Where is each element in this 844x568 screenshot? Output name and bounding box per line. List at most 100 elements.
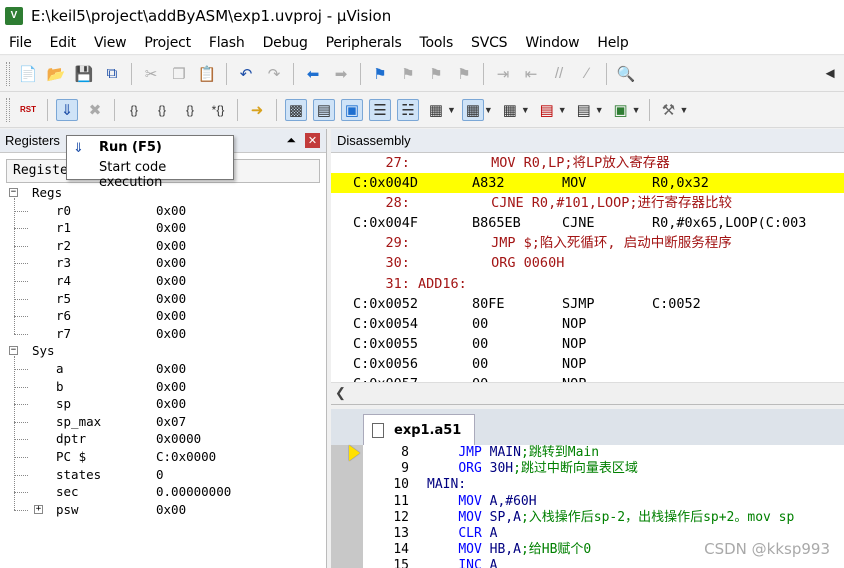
register-row[interactable]: PC $ C:0x0000: [6, 448, 320, 466]
register-value[interactable]: 0x00: [156, 378, 186, 396]
register-value[interactable]: C:0x0000: [156, 448, 216, 466]
register-row[interactable]: a 0x00: [6, 360, 320, 378]
register-value[interactable]: 0x0000: [156, 430, 201, 448]
uncomment-icon[interactable]: ∕: [576, 63, 598, 85]
menu-debug[interactable]: Debug: [254, 35, 317, 51]
command-window-icon[interactable]: ▩: [285, 98, 307, 121]
register-value[interactable]: 0x07: [156, 413, 186, 431]
save-all-icon[interactable]: ⧉: [101, 63, 123, 85]
register-row[interactable]: r3 0x00: [6, 254, 320, 272]
serial-dropdown-arrow-icon[interactable]: ▼: [521, 105, 530, 115]
new-file-icon[interactable]: 📄: [17, 63, 39, 85]
comment-icon[interactable]: //: [548, 63, 570, 85]
toolbar-grip[interactable]: [6, 61, 10, 86]
watch-window-icon[interactable]: ▦: [425, 99, 447, 121]
register-row[interactable]: states 0: [6, 466, 320, 484]
unindent-icon[interactable]: ⇤: [520, 63, 542, 85]
register-value[interactable]: 0x00: [156, 219, 186, 237]
disassembly-window-icon[interactable]: ▤: [313, 98, 335, 121]
menu-file[interactable]: File: [0, 35, 41, 51]
menu-edit[interactable]: Edit: [41, 35, 85, 51]
collapse-toggle-icon[interactable]: −: [9, 346, 18, 356]
menu-flash[interactable]: Flash: [200, 35, 254, 51]
pin-icon[interactable]: ⏶: [286, 133, 296, 148]
register-value[interactable]: 0x00: [156, 325, 186, 343]
watch-dropdown-arrow-icon[interactable]: ▼: [447, 105, 456, 115]
paste-icon[interactable]: 📋: [196, 63, 218, 85]
register-value[interactable]: 0x00: [156, 307, 186, 325]
symbols-window-icon[interactable]: ▣: [341, 98, 363, 121]
clear-bookmarks-icon[interactable]: ⚑: [453, 63, 475, 85]
register-row[interactable]: sp 0x00: [6, 395, 320, 413]
source-line[interactable]: 29: JMP $;陷入死循环, 启动中断服务程序: [331, 233, 844, 253]
memory-window-icon[interactable]: ▦: [461, 98, 484, 121]
registers-window-icon[interactable]: ☰: [369, 98, 391, 121]
register-value[interactable]: 0x00: [156, 202, 186, 220]
step-into-icon[interactable]: {}: [123, 99, 145, 121]
register-value[interactable]: 0x00: [156, 272, 186, 290]
register-row[interactable]: b 0x00: [6, 378, 320, 396]
breakpoint-gutter[interactable]: [331, 445, 363, 568]
collapse-toggle-icon[interactable]: −: [9, 188, 18, 197]
call-stack-window-icon[interactable]: ☵: [397, 98, 419, 121]
code-line[interactable]: 12 MOV SP,A;入栈操作后sp-2，出栈操作后sp+2。mov sp: [363, 510, 844, 526]
trace-dropdown-arrow-icon[interactable]: ▼: [595, 105, 604, 115]
toolbox-icon[interactable]: ⚒: [658, 99, 680, 121]
register-row[interactable]: + psw 0x00: [6, 501, 320, 519]
source-line[interactable]: 30: ORG 0060H: [331, 253, 844, 273]
menu-project[interactable]: Project: [135, 35, 200, 51]
analysis-dropdown-arrow-icon[interactable]: ▼: [558, 105, 567, 115]
disassembly-line[interactable]: C:0x0056 00 NOP: [331, 354, 844, 374]
show-next-statement-icon[interactable]: ➜: [246, 99, 268, 121]
menu-help[interactable]: Help: [588, 35, 637, 51]
register-row[interactable]: r2 0x00: [6, 237, 320, 255]
undo-icon[interactable]: ↶: [235, 63, 257, 85]
navigate-forward-icon[interactable]: ➡: [330, 63, 352, 85]
register-row[interactable]: sec 0.00000000: [6, 483, 320, 501]
previous-bookmark-icon[interactable]: ⚑: [397, 63, 419, 85]
register-value[interactable]: 0x00: [156, 360, 186, 378]
register-value[interactable]: 0x00: [156, 290, 186, 308]
disassembly-line[interactable]: C:0x0054 00 NOP: [331, 314, 844, 334]
bookmark-icon[interactable]: ⚑: [369, 63, 391, 85]
register-row[interactable]: r7 0x00: [6, 325, 320, 343]
register-row[interactable]: r5 0x00: [6, 290, 320, 308]
source-line[interactable]: 27: MOV R0,LP;将LP放入寄存器: [331, 153, 844, 173]
navigate-back-icon[interactable]: ⬅: [302, 63, 324, 85]
menu-svcs[interactable]: SVCS: [462, 35, 516, 51]
analysis-window-icon[interactable]: ▤: [536, 99, 558, 121]
system-viewer-icon[interactable]: ▣: [610, 99, 632, 121]
step-over-icon[interactable]: {}: [151, 99, 173, 121]
code-line[interactable]: 9 ORG 30H;跳过中断向量表区域: [363, 461, 844, 477]
register-value[interactable]: 0: [156, 466, 164, 484]
horizontal-scrollbar[interactable]: ❮: [331, 382, 844, 404]
register-value[interactable]: 0x00: [156, 395, 186, 413]
step-out-icon[interactable]: {}: [179, 99, 201, 121]
source-line[interactable]: 28: CJNE R0,#101,LOOP;进行寄存器比较: [331, 193, 844, 213]
open-folder-icon[interactable]: 📂: [45, 63, 67, 85]
register-value[interactable]: 0x00: [156, 237, 186, 255]
register-row[interactable]: r4 0x00: [6, 272, 320, 290]
menu-window[interactable]: Window: [516, 35, 588, 51]
menu-peripherals[interactable]: Peripherals: [317, 35, 411, 51]
disassembly-line[interactable]: C:0x0055 00 NOP: [331, 334, 844, 354]
register-value[interactable]: 0x00: [156, 501, 186, 519]
expand-toggle-icon[interactable]: +: [34, 504, 43, 514]
register-row[interactable]: r6 0x00: [6, 307, 320, 325]
disassembly-line[interactable]: C:0x004F B865EB CJNE R0,#0x65,LOOP(C:003: [331, 213, 844, 233]
serial-window-icon[interactable]: ▦: [499, 99, 521, 121]
indent-icon[interactable]: ⇥: [492, 63, 514, 85]
menu-view[interactable]: View: [85, 35, 135, 51]
toolbar-grip[interactable]: [6, 97, 10, 122]
trace-window-icon[interactable]: ▤: [573, 99, 595, 121]
register-group-sys[interactable]: − Sys: [6, 342, 320, 360]
run-to-cursor-icon[interactable]: *{}: [207, 99, 229, 121]
code-line[interactable]: 11 MOV A,#60H: [363, 494, 844, 510]
find-in-files-icon[interactable]: 🔍: [615, 63, 637, 85]
system-viewer-dropdown-arrow-icon[interactable]: ▼: [632, 105, 641, 115]
copy-icon[interactable]: ❐: [168, 63, 190, 85]
source-line[interactable]: 31: ADD16:: [331, 274, 844, 294]
code-line[interactable]: 8 JMP MAIN;跳转到Main: [363, 445, 844, 461]
disassembly-line[interactable]: C:0x004D A832 MOV R0,0x32: [331, 173, 844, 194]
menu-tools[interactable]: Tools: [411, 35, 463, 51]
